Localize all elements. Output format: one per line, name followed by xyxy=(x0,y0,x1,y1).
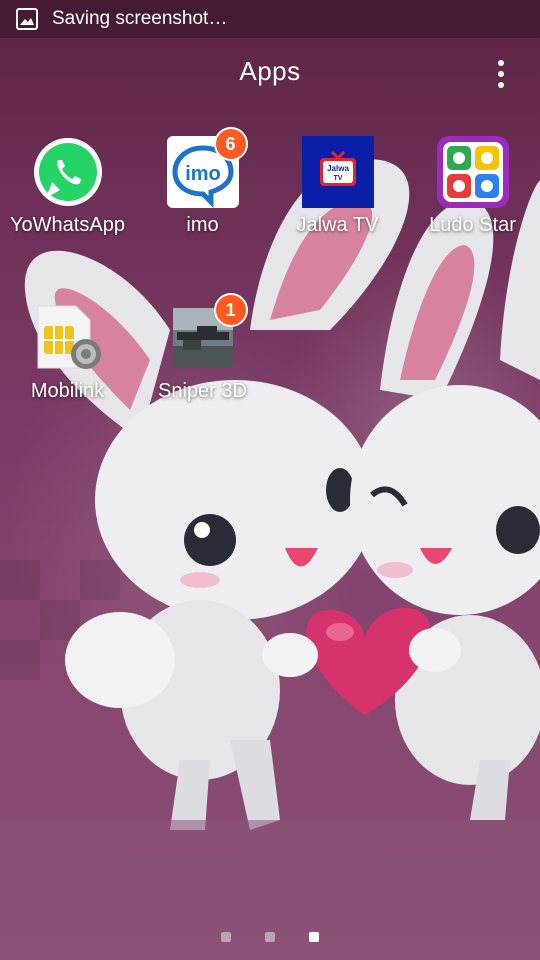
app-label: Ludo Star xyxy=(429,214,516,236)
app-label: Sniper 3D xyxy=(158,380,247,402)
notification-badge: 1 xyxy=(213,293,248,327)
app-mobilink[interactable]: Mobilink xyxy=(0,302,135,403)
app-sniper-3d[interactable]: 1 Sniper 3D xyxy=(135,293,270,403)
page-dot[interactable] xyxy=(221,932,231,942)
app-yowhatsapp[interactable]: YoWhatsApp xyxy=(0,136,135,237)
app-jalwa-tv[interactable]: Jalwa TV Jalwa TV xyxy=(270,136,405,237)
ludo-star-icon xyxy=(436,136,509,208)
app-imo[interactable]: imo 6 imo xyxy=(135,127,270,237)
page-dot-active[interactable] xyxy=(309,932,319,942)
notification-badge: 6 xyxy=(213,127,248,161)
svg-text:Jalwa: Jalwa xyxy=(327,164,349,173)
page-title: Apps xyxy=(239,56,301,86)
app-label: YoWhatsApp xyxy=(10,214,125,236)
page-dot[interactable] xyxy=(265,932,275,942)
jalwa-tv-icon: Jalwa TV xyxy=(301,136,374,208)
app-label: Jalwa TV xyxy=(296,214,379,236)
image-icon xyxy=(16,8,38,30)
whatsapp-icon xyxy=(33,138,102,206)
app-ludo-star[interactable]: Ludo Star xyxy=(405,136,540,237)
app-label: Mobilink xyxy=(30,380,105,402)
page-indicator xyxy=(0,932,540,944)
more-vertical-icon[interactable] xyxy=(496,60,506,90)
sim-settings-icon xyxy=(37,305,101,369)
svg-text:TV: TV xyxy=(333,175,342,182)
status-bar: Saving screenshot… xyxy=(0,0,540,38)
status-text: Saving screenshot… xyxy=(52,8,228,29)
app-label: imo xyxy=(186,214,219,236)
svg-text:imo: imo xyxy=(185,163,221,185)
